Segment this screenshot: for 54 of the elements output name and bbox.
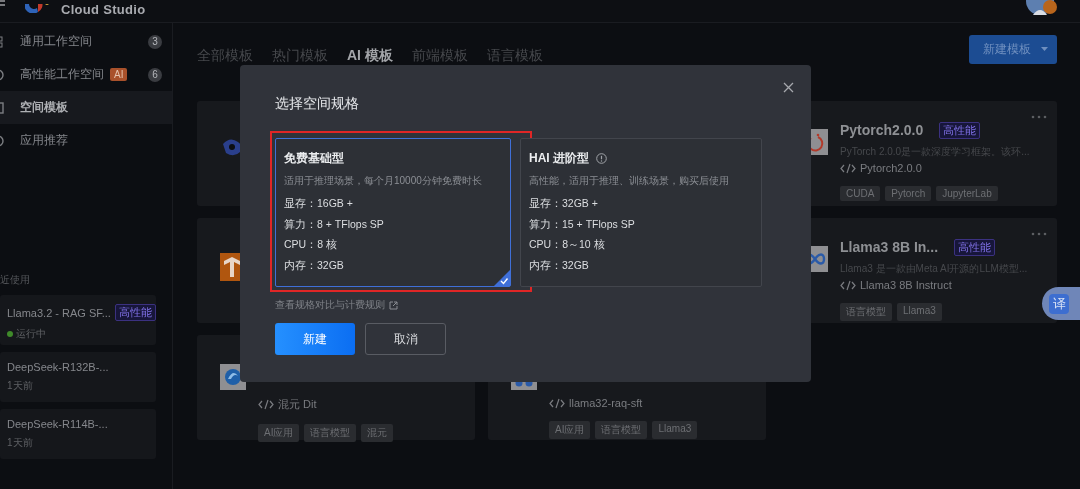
tag: JupyterLab bbox=[936, 186, 998, 201]
spec-line: 显存：16GB + bbox=[284, 196, 354, 211]
new-template-button[interactable]: 新建模板 bbox=[969, 34, 1057, 64]
tag: Llama3 bbox=[897, 303, 942, 321]
sidebar-item[interactable]: 空间模板 bbox=[0, 91, 172, 124]
section-label: 近使用 bbox=[0, 273, 31, 287]
spec-line: 显存：32GB + bbox=[529, 196, 599, 211]
workspace-title: DeepSeek-R114B-... bbox=[7, 418, 108, 430]
workspace-status: 1天前 bbox=[7, 436, 33, 450]
performance-badge: 高性能 bbox=[939, 121, 981, 139]
cancel-button[interactable]: 取消 bbox=[365, 323, 446, 355]
template-title: Llama3 8B In... bbox=[840, 239, 939, 255]
dialog-title: 选择空间规格 bbox=[275, 95, 359, 113]
tag: 混元 bbox=[361, 424, 394, 442]
sidebar-item[interactable]: 应用推荐 bbox=[0, 124, 172, 157]
environment-name: Llama3 8B Instruct bbox=[860, 279, 952, 291]
translate-button[interactable]: 译 bbox=[1042, 287, 1080, 320]
template-title: Pytorch2.0.0 bbox=[840, 122, 924, 138]
tag: CUDA bbox=[840, 186, 881, 201]
environment-name: llama32-raq-sft bbox=[569, 397, 643, 409]
plan-description: 适用于推理场景，每个月10000分钟免费时长 bbox=[284, 174, 483, 188]
recent-workspace-card[interactable]: DeepSeek-R114B-... 1天前 bbox=[0, 409, 156, 459]
plan-description: 高性能，适用于推理、训练场景，购买后使用 bbox=[529, 174, 730, 188]
workspace-status: 运行中 bbox=[16, 327, 46, 341]
spec-line: CPU：8 核 bbox=[284, 237, 338, 252]
ai-badge: AI bbox=[110, 68, 128, 81]
spec-line: 算力：15 + TFlops SP bbox=[529, 216, 636, 232]
performance-badge: 高性能 bbox=[114, 304, 156, 321]
pricing-link[interactable]: 查看规格对比与计费规则 bbox=[275, 298, 398, 312]
spec-line: 算力：8 + TFlops SP bbox=[284, 216, 385, 232]
workspace-title: DeepSeek-R132B-... bbox=[7, 361, 109, 373]
tag: Llama3 bbox=[652, 421, 698, 439]
performance-badge: 高性能 bbox=[954, 238, 996, 256]
recent-workspace-card[interactable]: Llama3.2 - RAG SF... 高性能 运行中 bbox=[0, 295, 156, 345]
plan-name: 免费基础型 bbox=[284, 149, 344, 167]
count-badge: 3 bbox=[148, 34, 162, 49]
plan-option-card[interactable]: 免费基础型 适用于推理场景，每个月10000分钟免费时长 显存：16GB + 算力：8 + TFlops SP CPU：8 核 内存：32GB bbox=[275, 138, 511, 287]
plan-name: HAI 进阶型 bbox=[529, 149, 589, 167]
sidebar-item[interactable]: 高性能工作空间 AI 6 bbox=[0, 58, 172, 91]
create-button[interactable]: 新建 bbox=[275, 323, 355, 355]
spec-line: 内存：32GB bbox=[529, 257, 590, 273]
spec-line: 内存：32GB bbox=[284, 257, 345, 273]
workspace-status: 1天前 bbox=[7, 379, 33, 393]
plan-option-card[interactable]: HAI 进阶型 高性能，适用于推理、训练场景，购买后使用 显存：32GB + 算力：15 + TFlops SP CPU：8～10 核 内存：32GB bbox=[520, 138, 762, 287]
recent-workspace-card[interactable]: DeepSeek-R132B-... 1天前 bbox=[0, 352, 156, 402]
environment-name: 混元 Dit bbox=[278, 397, 317, 412]
count-badge: 6 bbox=[148, 67, 162, 82]
sidebar-item[interactable]: 通用工作空间 3 bbox=[0, 25, 172, 58]
environment-name: Pytorch2.0.0 bbox=[860, 162, 922, 174]
category-tab[interactable]: AI 模板 bbox=[347, 33, 393, 65]
brand-name: Cloud Studio bbox=[61, 2, 146, 17]
tag: Pytorch bbox=[885, 186, 932, 201]
workspace-title: Llama3.2 - RAG SF... bbox=[7, 306, 111, 319]
spec-line: CPU：8～10 核 bbox=[529, 237, 606, 252]
